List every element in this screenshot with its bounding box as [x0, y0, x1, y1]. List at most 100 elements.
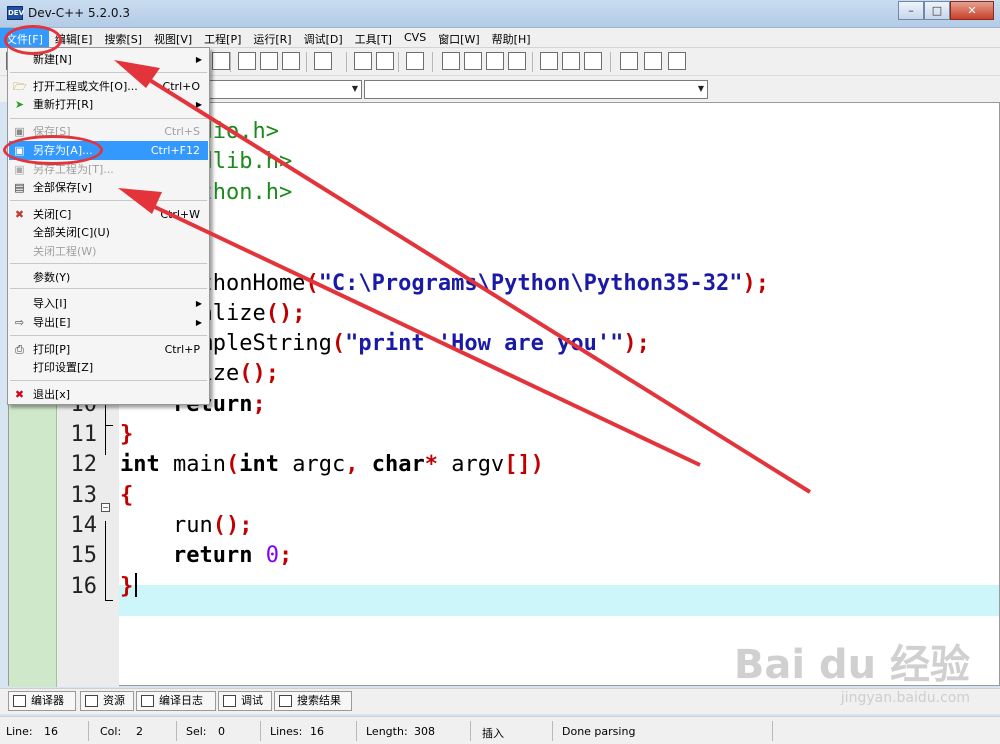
code-text: run();: [120, 511, 253, 541]
status-divider: [176, 721, 177, 741]
file-menu-item-1[interactable]: 🗁 打开工程或文件[O]... Ctrl+O: [9, 77, 208, 96]
tab-compile-log-chart[interactable]: 编译日志: [136, 691, 216, 711]
tab-resources[interactable]: 资源: [80, 691, 134, 711]
file-menu-item-9[interactable]: 关闭工程(W): [9, 242, 208, 261]
menu-bar: 文件[F] 编辑[E] 搜索[S] 视图[V] 工程[P] 运行[R] 调试[D] 工具[T]…: [0, 28, 1000, 48]
code-token: run: [120, 512, 213, 538]
tab-label: 编译器: [31, 694, 64, 707]
goto-line-icon[interactable]: [314, 52, 332, 70]
code-token: "C:\Programs\Python\Python35-32": [318, 270, 743, 296]
menu-item-label: 退出[x]: [33, 388, 71, 401]
menu-item-shortcut: Ctrl+S: [164, 125, 200, 138]
new-project-icon[interactable]: [464, 52, 482, 70]
find-icon[interactable]: [238, 52, 256, 70]
maximize-button[interactable]: □: [924, 1, 950, 20]
code-text: int main(int argc, char* argv[]): [120, 450, 544, 480]
menu-6[interactable]: 调试[D]: [298, 28, 349, 48]
export-icon: ⇨: [14, 316, 25, 329]
tab-label: 资源: [103, 694, 125, 707]
devcpp-app-icon: DEV: [7, 6, 24, 20]
code-token: main: [159, 452, 226, 478]
file-menu-item-7[interactable]: ✖ 关闭[C] Ctrl+W: [9, 205, 208, 224]
unindent-icon[interactable]: [376, 52, 394, 70]
bookmark-icon[interactable]: [644, 52, 662, 70]
file-menu-item-11[interactable]: 导入[I] ▶: [9, 294, 208, 313]
open-file-icon: 🗁: [13, 80, 27, 93]
file-menu-item-8[interactable]: 全部关闭[C](U): [9, 223, 208, 242]
reopen-arrow-icon: ➤: [14, 98, 25, 111]
project-options-icon[interactable]: [486, 52, 504, 70]
copy-icon[interactable]: [212, 52, 230, 70]
code-line: 16}: [9, 572, 999, 602]
toggle-comment-icon[interactable]: [406, 52, 424, 70]
class-combobox[interactable]: ▼: [206, 80, 362, 99]
compile-icon[interactable]: [562, 52, 580, 70]
code-text: {: [120, 481, 133, 511]
status-divider: [552, 721, 553, 741]
menu-separator: [10, 335, 207, 336]
tab-debug-check[interactable]: 调试: [218, 691, 272, 711]
close-file-icon: ✖: [14, 208, 25, 221]
submenu-arrow-icon: ▶: [195, 299, 202, 308]
code-line: 11}: [9, 420, 999, 450]
menu-7[interactable]: 工具[T]: [349, 28, 398, 48]
indent-icon[interactable]: [354, 52, 372, 70]
code-token: }: [120, 422, 134, 447]
code-text: }: [120, 572, 138, 602]
status-line-label: Line:: [6, 725, 33, 738]
menu-10[interactable]: 帮助[H]: [486, 28, 537, 48]
window-controls: – □ ✕: [898, 1, 994, 20]
code-token: *: [424, 452, 438, 478]
toolbar-separator: [532, 52, 533, 72]
annotation-circle-file-menu: [4, 25, 62, 55]
about-icon[interactable]: [668, 52, 686, 70]
menu-4[interactable]: 工程[P]: [198, 28, 247, 48]
menu-item-label: 重新打开[R]: [33, 98, 94, 111]
status-message: Done parsing: [562, 725, 636, 738]
view-icon[interactable]: [508, 52, 526, 70]
tab-compiler-grid[interactable]: 编译器: [8, 691, 76, 711]
status-line-value: 16: [44, 725, 58, 738]
find-next-icon[interactable]: [282, 52, 300, 70]
exit-x-icon: ✖: [14, 388, 25, 401]
toolbar-separator: [230, 52, 231, 72]
file-menu-item-13[interactable]: ⎙ 打印[P] Ctrl+P: [9, 340, 208, 359]
goto-icon[interactable]: [620, 52, 638, 70]
menu-5[interactable]: 运行[R]: [247, 28, 297, 48]
status-divider: [260, 721, 261, 741]
menu-2[interactable]: 搜索[S]: [98, 28, 148, 48]
tab-search-results[interactable]: 搜索结果: [274, 691, 352, 711]
file-menu-item-6[interactable]: ▤ 全部保存[v]: [9, 178, 208, 197]
menu-item-label: 全部关闭[C](U): [33, 226, 110, 239]
menu-8[interactable]: CVS: [398, 28, 432, 48]
code-token: );: [623, 331, 650, 357]
member-combobox[interactable]: ▼: [364, 80, 708, 99]
compile-log-chart-icon: [141, 695, 154, 707]
watermark-sub-text: jingyan.baidu.com: [840, 690, 970, 706]
new-class-icon[interactable]: [442, 52, 460, 70]
status-length-label: Length:: [366, 725, 408, 738]
status-bar: Line: 16 Col: 2 Sel: 0 Lines: 16 Length:…: [0, 716, 1000, 744]
line-number: 16: [70, 573, 98, 599]
menu-3[interactable]: 视图[V]: [148, 28, 198, 48]
status-lines-value: 16: [310, 725, 324, 738]
menu-item-label: 打印设置[Z]: [33, 361, 94, 374]
file-menu-item-14[interactable]: 打印设置[Z]: [9, 358, 208, 377]
toolbar-separator: [398, 52, 399, 72]
close-window-button[interactable]: ✕: [950, 1, 994, 20]
file-menu-item-15[interactable]: ✖ 退出[x]: [9, 385, 208, 404]
file-menu-item-2[interactable]: ➤ 重新打开[R] ▶: [9, 95, 208, 114]
replace-icon[interactable]: [260, 52, 278, 70]
file-menu-item-10[interactable]: 参数(Y): [9, 268, 208, 287]
code-token: {: [120, 482, 134, 508]
file-menu-item-12[interactable]: ⇨ 导出[E] ▶: [9, 313, 208, 332]
stop-icon[interactable]: [584, 52, 602, 70]
menu-9[interactable]: 窗口[W]: [432, 28, 485, 48]
minimize-button[interactable]: –: [898, 1, 924, 20]
tab-label: 调试: [241, 694, 263, 707]
code-token: ();: [212, 512, 253, 538]
check-syntax-icon[interactable]: [540, 52, 558, 70]
line-number: 12: [70, 452, 98, 478]
file-menu-dropdown: 新建[N] ▶ 🗁 打开工程或文件[O]... Ctrl+O ➤ 重新打开[R] ▶ ▣ 保存[S…: [7, 47, 210, 405]
status-sel-value: 0: [218, 725, 225, 738]
